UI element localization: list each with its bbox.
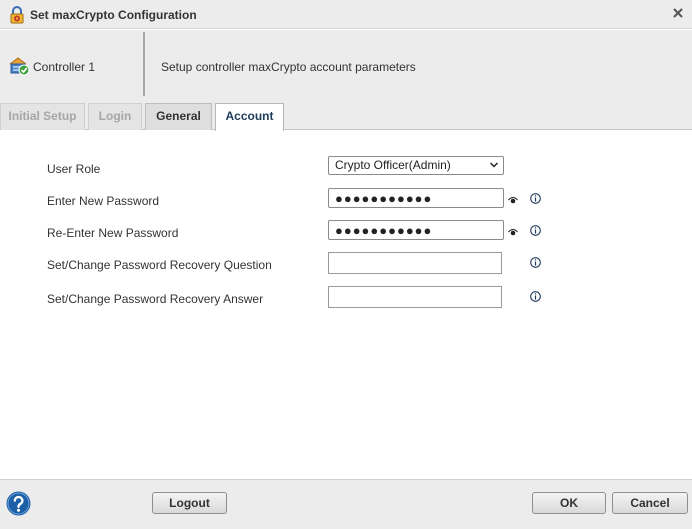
controller-check-icon [9, 57, 30, 76]
info-icon[interactable] [530, 257, 541, 268]
info-icon[interactable] [530, 291, 541, 302]
close-icon[interactable] [670, 5, 686, 21]
help-icon[interactable] [6, 491, 31, 516]
user-role-value: Crypto Officer(Admin) [335, 158, 451, 172]
user-role-label: User Role [47, 162, 101, 176]
recovery-answer-field[interactable] [328, 286, 502, 308]
tab-general[interactable]: General [145, 103, 212, 130]
eye-icon[interactable] [508, 196, 518, 204]
window-title: Set maxCrypto Configuration [30, 8, 197, 22]
info-icon[interactable] [530, 225, 541, 236]
ok-button[interactable]: OK [532, 492, 606, 514]
cancel-button[interactable]: Cancel [612, 492, 688, 514]
reenter-password-field[interactable] [328, 220, 504, 240]
header-divider [143, 32, 145, 96]
tab-account[interactable]: Account [215, 103, 284, 131]
chevron-down-icon [489, 162, 499, 168]
new-password-field[interactable] [328, 188, 504, 208]
recovery-question-field[interactable] [328, 252, 502, 274]
tab-login[interactable]: Login [88, 103, 142, 130]
recovery-question-label: Set/Change Password Recovery Question [47, 258, 272, 272]
tab-initial-setup[interactable]: Initial Setup [0, 103, 85, 130]
controller-label: Controller 1 [33, 60, 96, 74]
logout-button[interactable]: Logout [152, 492, 227, 514]
eye-icon[interactable] [508, 228, 518, 236]
reenter-password-label: Re-Enter New Password [47, 226, 179, 240]
lock-gear-icon [10, 6, 24, 24]
recovery-answer-label: Set/Change Password Recovery Answer [47, 292, 264, 306]
new-password-label: Enter New Password [47, 194, 160, 208]
user-role-select[interactable]: Crypto Officer(Admin) [328, 156, 504, 175]
info-icon[interactable] [530, 193, 541, 204]
header-description: Setup controller maxCrypto account param… [161, 60, 416, 74]
